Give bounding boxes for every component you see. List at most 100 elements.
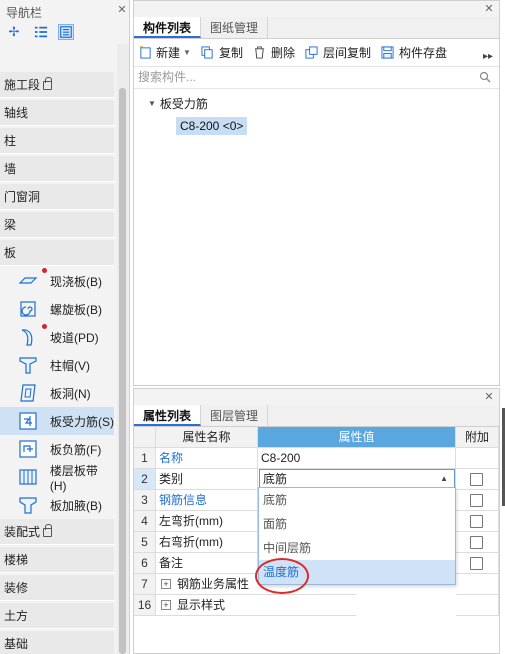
extra-checkbox[interactable] — [470, 494, 483, 507]
nav-category-wall[interactable]: 墙 — [0, 156, 114, 182]
component-panel-close-icon[interactable]: ✕ — [483, 3, 495, 15]
extra-checkbox[interactable] — [470, 536, 483, 549]
dropdown-option-bottom-rebar[interactable]: 底筋 — [259, 488, 455, 512]
copy-button[interactable]: 复制 — [201, 44, 243, 61]
nav-item-slab-rebar[interactable]: 板受力筋(S) — [0, 407, 114, 435]
property-value[interactable]: C8-200 — [258, 448, 456, 469]
table-row: 16 + 显示样式 — [134, 595, 499, 616]
floor-strip-icon — [17, 466, 39, 488]
expand-arrow-icon[interactable]: ▼ — [148, 99, 156, 108]
property-panel-header: ✕ — [134, 389, 499, 405]
lock-icon — [43, 524, 53, 537]
row-number: 6 — [134, 553, 156, 574]
nav-item-slab-haunch[interactable]: 板加腋(B) — [0, 491, 114, 519]
tab-component-list[interactable]: 构件列表 — [134, 17, 202, 38]
extra-checkbox[interactable] — [470, 515, 483, 528]
tab-property-list[interactable]: 属性列表 — [134, 405, 202, 426]
nav-category-stairs[interactable]: 楼梯 — [0, 547, 114, 573]
category-label: 墙 — [4, 161, 17, 176]
expand-plus-icon[interactable]: + — [161, 578, 171, 589]
chevron-down-icon[interactable]: ▲ — [440, 470, 448, 488]
extra-checkbox[interactable] — [470, 557, 483, 570]
window-edge — [500, 0, 505, 654]
category-select[interactable]: 底筋 ▲ — [259, 469, 455, 489]
nav-item-label: 螺旋板(B) — [50, 302, 102, 317]
tree-node-slab-rebar[interactable]: ▼ 板受力筋 — [148, 95, 208, 112]
table-row: 1 名称 C8-200 — [134, 448, 499, 469]
category-dropdown-list: 底筋 面筋 中间层筋 温度筋 — [258, 487, 456, 585]
component-search-row — [134, 67, 499, 89]
property-group[interactable]: + 显示样式 — [156, 595, 356, 616]
nav-item-label: 现浇板(B) — [50, 274, 102, 289]
property-name: 右弯折(mm) — [156, 532, 258, 553]
tab-drawing-management[interactable]: 图纸管理 — [201, 17, 269, 38]
detail-view-icon[interactable] — [58, 24, 74, 40]
nav-scrollbar-thumb[interactable] — [119, 88, 126, 654]
nav-category-column[interactable]: 柱 — [0, 128, 114, 154]
row-number: 1 — [134, 448, 156, 469]
pin-icon[interactable]: ✢ — [6, 24, 22, 40]
row-number: 2 — [134, 469, 156, 490]
nav-close-icon[interactable]: ✕ — [116, 4, 128, 16]
extra-cell — [456, 511, 499, 532]
property-name: 左弯折(mm) — [156, 511, 258, 532]
row-number: 3 — [134, 490, 156, 511]
nav-item-cast-slab[interactable]: 现浇板(B) — [0, 267, 114, 295]
trash-icon — [253, 46, 267, 60]
component-panel-header: ✕ — [134, 1, 499, 17]
delete-button[interactable]: 删除 — [253, 44, 295, 61]
extra-cell — [456, 595, 499, 616]
more-tools-icon[interactable]: ▸▸ — [483, 51, 493, 62]
new-button[interactable]: 新建 ▼ — [138, 44, 191, 61]
row-number: 4 — [134, 511, 156, 532]
extra-checkbox[interactable] — [470, 473, 483, 486]
nav-item-label: 板受力筋(S) — [50, 414, 114, 429]
list-view-icon[interactable] — [33, 24, 49, 40]
nav-category-door-window[interactable]: 门窗洞 — [0, 184, 114, 210]
search-input[interactable] — [134, 67, 454, 87]
ramp-icon — [17, 324, 47, 348]
property-group-label: 钢筋业务属性 — [177, 577, 250, 591]
category-label: 装修 — [4, 580, 29, 595]
nav-category-beam[interactable]: 梁 — [0, 212, 114, 238]
nav-item-label: 坡道(PD) — [50, 330, 99, 345]
floor-copy-button[interactable]: 层间复制 — [305, 44, 371, 61]
row-number: 7 — [134, 574, 156, 595]
navigation-panel: 导航栏 ✕ ✢ 施工段 轴线 柱 墙 门窗洞 梁 板 现浇板(B) 螺旋板(B)… — [0, 0, 130, 654]
nav-category-prefab[interactable]: 装配式 — [0, 519, 114, 545]
nav-toolbar: ✢ — [0, 22, 129, 42]
nav-item-label: 板加腋(B) — [50, 498, 102, 513]
property-panel-close-icon[interactable]: ✕ — [483, 391, 495, 403]
dropdown-option-temperature-rebar[interactable]: 温度筋 — [259, 560, 455, 584]
extra-cell — [456, 532, 499, 553]
nav-category-slab[interactable]: 板 — [0, 240, 114, 266]
nav-category-construction-section[interactable]: 施工段 — [0, 72, 114, 98]
nav-item-slab-hole[interactable]: 板洞(N) — [0, 379, 114, 407]
dropdown-option-middle-rebar[interactable]: 中间层筋 — [259, 536, 455, 560]
nav-item-negative-rebar[interactable]: 板负筋(F) — [0, 435, 114, 463]
property-name: 名称 — [156, 448, 258, 469]
save-component-button[interactable]: 构件存盘 — [381, 44, 447, 61]
nav-category-foundation[interactable]: 基础 — [0, 631, 114, 654]
property-tabs: 属性列表 图层管理 — [134, 405, 499, 427]
nav-category-axis[interactable]: 轴线 — [0, 100, 114, 126]
nav-item-spiral-slab[interactable]: 螺旋板(B) — [0, 295, 114, 323]
negative-rebar-icon — [17, 438, 39, 460]
nav-item-floor-strip[interactable]: 楼层板带(H) — [0, 463, 114, 493]
tree-node-c8-200[interactable]: C8-200 <0> — [176, 117, 248, 135]
nav-item-label: 柱帽(V) — [50, 358, 90, 373]
search-icon[interactable] — [479, 71, 491, 83]
nav-category-decoration[interactable]: 装修 — [0, 575, 114, 601]
property-name: 钢筋信息 — [156, 490, 258, 511]
nav-item-column-cap[interactable]: 柱帽(V) — [0, 351, 114, 379]
slab-rebar-icon — [17, 410, 39, 432]
nav-category-earthwork[interactable]: 土方 — [0, 603, 114, 629]
component-tree: ▼ 板受力筋 C8-200 <0> — [134, 89, 499, 369]
save-icon — [381, 46, 395, 60]
category-label: 梁 — [4, 217, 17, 232]
tab-layer-management[interactable]: 图层管理 — [201, 405, 269, 426]
expand-plus-icon[interactable]: + — [161, 599, 171, 610]
chevron-down-icon[interactable]: ▼ — [183, 48, 191, 57]
dropdown-option-top-rebar[interactable]: 面筋 — [259, 512, 455, 536]
nav-item-ramp[interactable]: 坡道(PD) — [0, 323, 114, 351]
